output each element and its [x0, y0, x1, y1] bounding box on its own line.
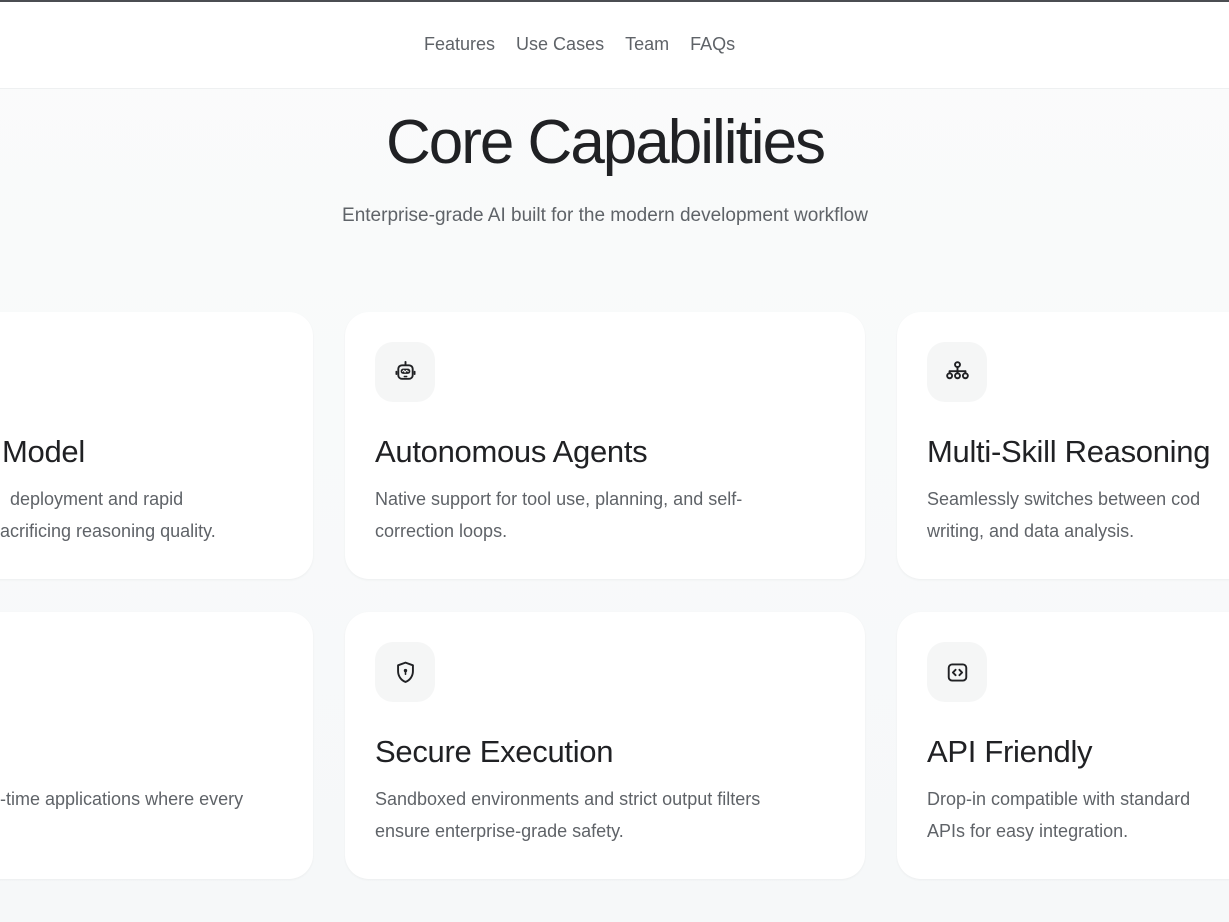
card-description-line: acrificing reasoning quality. [0, 515, 216, 547]
feature-card-api-friendly: API Friendly Drop-in compatible with sta… [897, 612, 1229, 879]
card-title: Multi-Skill Reasoning [927, 434, 1210, 470]
code-icon [927, 642, 987, 702]
card-description-line: Sandboxed environments and strict output… [375, 783, 760, 815]
robot-icon [375, 342, 435, 402]
feature-card-multi-skill-reasoning: Multi-Skill Reasoning Seamlessly switche… [897, 312, 1229, 579]
shield-lock-icon [375, 642, 435, 702]
card-title: Model [2, 434, 85, 470]
card-title: Secure Execution [375, 734, 613, 770]
nav-link-use-cases[interactable]: Use Cases [516, 34, 604, 55]
nav-link-features[interactable]: Features [424, 34, 495, 55]
nav-link-team[interactable]: Team [625, 34, 669, 55]
card-description-line: -time applications where every [0, 783, 243, 815]
hierarchy-icon [927, 342, 987, 402]
section-title: Core Capabilities [0, 107, 1229, 178]
site-header: Features Use Cases Team FAQs [0, 0, 1229, 89]
top-hairline [0, 0, 1229, 2]
main-nav: Features Use Cases Team FAQs [424, 0, 735, 89]
feature-card-latency-partial: -time applications where every [0, 612, 313, 879]
capabilities-section: Core Capabilities Enterprise-grade AI bu… [0, 89, 1229, 879]
card-description-line: correction loops. [375, 515, 742, 547]
card-description-line: ensure enterprise-grade safety. [375, 815, 760, 847]
card-description-line: Drop-in compatible with standard [927, 783, 1190, 815]
card-title: Autonomous Agents [375, 434, 647, 470]
feature-card-grid: Model deployment and rapid acrificing re… [0, 312, 1229, 879]
card-description: Drop-in compatible with standard APIs fo… [927, 783, 1190, 847]
card-description-line: deployment and rapid [10, 483, 183, 515]
card-description: Sandboxed environments and strict output… [375, 783, 760, 847]
card-description-line: Native support for tool use, planning, a… [375, 483, 742, 515]
card-description: Native support for tool use, planning, a… [375, 483, 742, 547]
feature-card-model-partial: Model deployment and rapid acrificing re… [0, 312, 313, 579]
card-description-line: Seamlessly switches between cod [927, 483, 1200, 515]
section-subtitle: Enterprise-grade AI built for the modern… [0, 205, 1229, 227]
feature-card-secure-execution: Secure Execution Sandboxed environments … [345, 612, 865, 879]
card-description: Seamlessly switches between cod writing,… [927, 483, 1200, 547]
feature-card-autonomous-agents: Autonomous Agents Native support for too… [345, 312, 865, 579]
landing-page: Features Use Cases Team FAQs Core Capabi… [0, 0, 1229, 922]
nav-link-faqs[interactable]: FAQs [690, 34, 735, 55]
card-description-line: writing, and data analysis. [927, 515, 1200, 547]
card-description-line: APIs for easy integration. [927, 815, 1190, 847]
card-title: API Friendly [927, 734, 1092, 770]
